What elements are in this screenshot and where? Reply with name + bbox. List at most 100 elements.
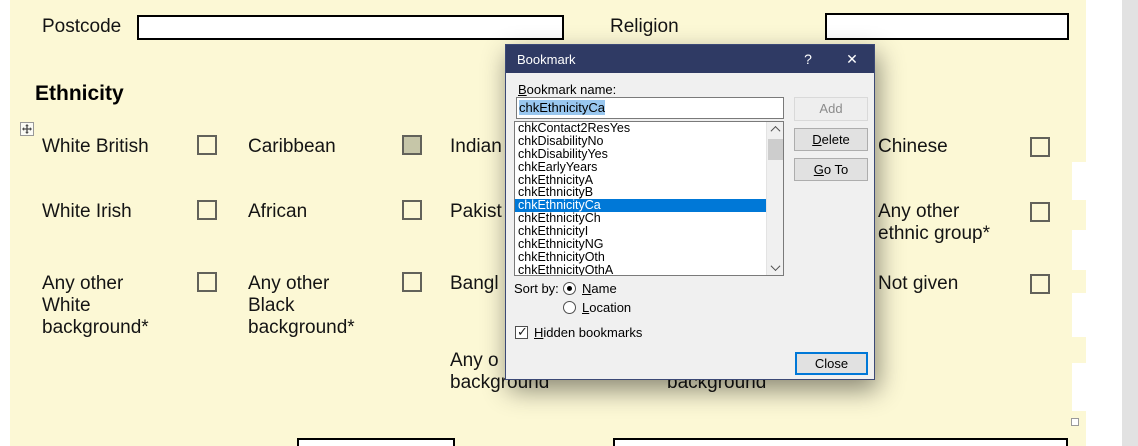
option-label-any-other-white: Any other White background* [42,273,149,339]
label-rest: ocation [589,300,632,315]
sort-by-label: Sort by: [514,281,559,296]
label-line: Any other [248,273,330,294]
scrollbar-thumb[interactable] [768,139,783,160]
label-line: White British [42,136,149,157]
checkbox-any-other-ethnic-group[interactable] [1030,202,1050,222]
label-line: Black [248,295,295,316]
option-label-african: African [248,201,307,223]
move-arrows-icon [22,124,32,134]
checkbox-any-other-black[interactable] [402,272,422,292]
list-item[interactable]: chkEthnicityA [515,174,766,187]
partial-write-in-field [1072,293,1086,337]
titlebar-buttons: ? ✕ [786,45,874,73]
label-line: background* [248,317,355,338]
goto-button[interactable]: Go To [794,158,868,181]
label-line: Indian [450,136,502,157]
list-item[interactable]: chkEthnicityCh [515,212,766,225]
radio-sort-name[interactable] [563,282,576,295]
postcode-input[interactable] [137,15,564,40]
option-label-indian: Indian [450,136,502,158]
label-line: African [248,201,308,222]
checkmark-icon: ✓ [517,324,528,339]
option-label-any-other-black: Any other Black background* [248,273,355,339]
dialog-title: Bookmark [517,51,576,67]
checkbox-not-given[interactable] [1030,274,1050,294]
selected-input-text: chkEthnicityCa [519,100,605,115]
option-label-bangladeshi: Bangl [450,273,499,295]
close-icon[interactable]: ✕ [830,45,874,73]
list-item-selected[interactable]: chkEthnicityCa [515,199,766,213]
delete-button[interactable]: Delete [794,128,868,151]
label-line: Chinese [878,136,948,157]
window-edge [1122,0,1138,446]
label-line: Pakist [450,201,502,222]
list-item[interactable]: chkDisabilityYes [515,148,766,161]
label-line: ethnic group* [878,223,990,244]
partial-write-in-field [1072,230,1086,270]
radio-sort-location[interactable] [563,301,576,314]
word-document-view: Postcode Religion Ethnicity White Britis… [0,0,1138,446]
list-item[interactable]: chkEthnicityNG [515,238,766,251]
bottom-input-left[interactable] [297,438,455,446]
chevron-up-icon [770,125,781,136]
religion-input[interactable] [825,13,1069,40]
bottom-input-right[interactable] [613,438,1068,446]
list-item[interactable]: chkEthnicityOthA [515,264,766,275]
list-item[interactable]: chkDisabilityNo [515,135,766,148]
label-rest: ookmark name: [526,82,617,97]
list-item[interactable]: chkEthnicityB [515,186,766,199]
postcode-label: Postcode [42,16,122,37]
list-item[interactable]: chkEarlyYears [515,161,766,174]
bookmark-name-input[interactable]: chkEthnicityCa [516,97,784,119]
label-line: White [42,295,91,316]
radio-location-label: Location [582,300,631,315]
label-accel: N [582,281,592,296]
label-accel: B [518,82,527,97]
scroll-down-icon[interactable] [767,260,783,275]
chevron-down-icon [770,261,781,272]
scroll-up-icon[interactable] [767,122,783,137]
help-icon[interactable]: ? [786,45,830,73]
list-item[interactable]: chkContact2ResYes [515,122,766,135]
label-rest: ame [591,281,617,296]
option-label-white-irish: White Irish [42,201,132,223]
label-line: Caribbean [248,136,336,157]
dialog-titlebar[interactable]: Bookmark ? ✕ [506,45,874,73]
checkbox-caribbean[interactable] [402,135,422,155]
hidden-bookmarks-checkbox[interactable]: ✓ [515,324,528,339]
option-label-any-other-ethnic-group: Any other ethnic group* [878,201,990,245]
close-button[interactable]: Close [795,352,868,375]
partial-write-in-field [1072,162,1086,200]
add-button[interactable]: Add [794,97,868,121]
bookmark-list[interactable]: chkContact2ResYes chkDisabilityNo chkDis… [514,121,784,276]
option-label-pakistani: Pakist [450,201,502,223]
label-rest: o To [823,162,849,177]
list-scrollbar[interactable] [766,122,783,275]
checkbox-white-irish[interactable] [197,200,217,220]
religion-label: Religion [610,16,679,37]
ethnicity-heading: Ethnicity [35,82,124,105]
label-accel: H [534,325,544,340]
option-label-caribbean: Caribbean [248,136,336,158]
radio-name-label: Name [582,281,617,296]
label-rest: elete [821,132,850,147]
table-move-handle-icon[interactable] [20,122,34,136]
hidden-bookmarks-label: Hidden bookmarks [534,325,642,340]
checkbox-african[interactable] [402,200,422,220]
label-accel: G [813,162,824,177]
label-accel: D [812,132,822,147]
checkbox-chinese[interactable] [1030,137,1050,157]
label-line: Not given [878,273,959,294]
field-anchor-square [1071,418,1079,426]
list-item[interactable]: chkEthnicityI [515,225,766,238]
label-line: Any other [878,201,960,222]
option-label-chinese: Chinese [878,136,948,158]
bookmark-dialog: Bookmark ? ✕ Bookmark name: chkEthnicity… [505,44,875,380]
checkbox-white-british[interactable] [197,135,217,155]
label-line: background* [42,317,149,338]
label-line: Bangl [450,273,499,294]
list-item[interactable]: chkEthnicityOth [515,251,766,264]
label-line: White Irish [42,201,132,222]
bookmark-name-label: Bookmark name: [518,82,616,97]
checkbox-any-other-white[interactable] [197,272,217,292]
